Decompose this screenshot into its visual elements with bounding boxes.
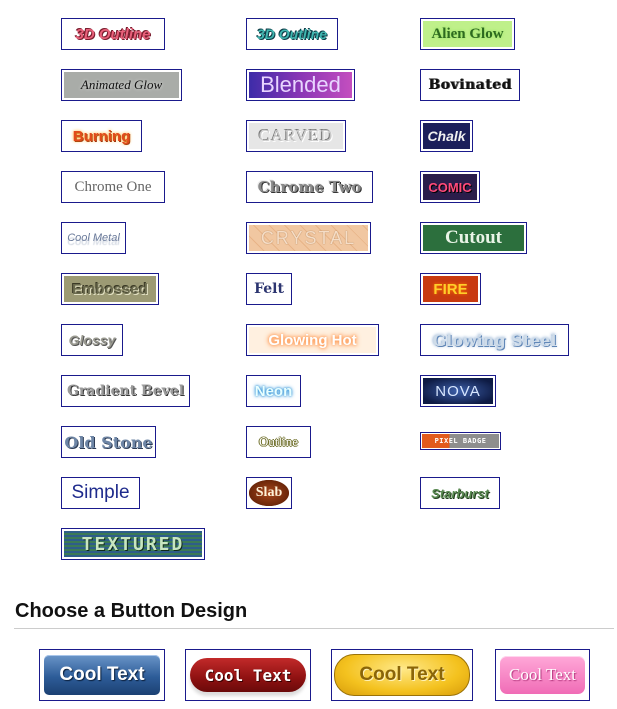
logo-felt[interactable]: Felt: [246, 273, 292, 305]
button-design-4[interactable]: Cool Text: [495, 649, 590, 701]
logo-slab[interactable]: Slab: [246, 477, 292, 509]
logo-simple[interactable]: Simple: [61, 477, 140, 509]
logo-label: Chalk: [423, 123, 470, 149]
logo-fire[interactable]: FIRE: [420, 273, 481, 305]
logo-label: Cutout: [423, 225, 524, 251]
logo-label: Blended: [249, 72, 352, 98]
button-preview: Cool Text: [44, 655, 160, 695]
logo-label: Gradient Bevel: [66, 383, 185, 399]
logo-animated-glow[interactable]: Animated Glow: [61, 69, 182, 101]
logo-label: Cool Metal: [67, 232, 120, 244]
logo-label: Alien Glow: [423, 21, 512, 47]
logo-comic[interactable]: COMIC: [420, 171, 480, 203]
logo-textured[interactable]: TEXTURED: [61, 528, 205, 560]
logo-old-stone[interactable]: Old Stone: [61, 426, 156, 458]
logo-3d-outline-teal[interactable]: 3D Outline: [246, 18, 338, 50]
button-design-1[interactable]: Cool Text: [39, 649, 165, 701]
logo-label: Animated Glow: [64, 72, 179, 98]
logo-cutout[interactable]: Cutout: [420, 222, 527, 254]
logo-label: Outline: [259, 434, 298, 449]
logo-alien-glow[interactable]: Alien Glow: [420, 18, 515, 50]
logo-label: Glowing Hot: [249, 327, 376, 353]
logo-embossed[interactable]: Embossed: [61, 273, 159, 305]
logo-label: Bovinated: [428, 77, 512, 93]
logo-label: Burning: [72, 127, 131, 145]
logo-label: 3D Outline: [75, 25, 151, 43]
logo-label: Neon: [254, 382, 293, 400]
logo-label: Felt: [254, 281, 284, 297]
logo-label: CARVED: [249, 123, 343, 149]
button-preview-label: Cool Text: [204, 665, 292, 685]
logo-glossy[interactable]: Glossy: [61, 324, 123, 356]
logo-chrome-one[interactable]: Chrome One: [61, 171, 165, 203]
logo-label: Starburst: [431, 485, 489, 501]
logo-glowing-hot[interactable]: Glowing Hot: [246, 324, 379, 356]
button-preview: Cool Text: [190, 658, 306, 692]
logo-label: CRYSTAL: [249, 225, 368, 251]
logo-chrome-two[interactable]: Chrome Two: [246, 171, 373, 203]
logo-pixel-badge[interactable]: PIXEL BADGE: [420, 432, 501, 450]
logo-label: COMIC: [423, 174, 477, 200]
section-heading: Choose a Button Design: [15, 600, 248, 622]
logo-starburst[interactable]: Starburst: [420, 477, 500, 509]
logo-nova[interactable]: NOVA: [420, 375, 496, 407]
logo-label: Slab: [249, 480, 289, 506]
logo-label: Old Stone: [64, 432, 153, 452]
logo-label: Chrome One: [74, 178, 152, 195]
button-preview-label: Cool Text: [509, 665, 576, 684]
logo-gradient-bevel[interactable]: Gradient Bevel: [61, 375, 190, 407]
button-preview-label: Cool Text: [59, 664, 145, 685]
logo-cool-metal[interactable]: Cool Metal: [61, 222, 126, 254]
logo-glowing-steel[interactable]: Glowing Steel: [420, 324, 569, 356]
button-design-2[interactable]: Cool Text: [185, 649, 311, 701]
logo-bovinated[interactable]: Bovinated: [420, 69, 520, 101]
button-preview: Cool Text: [334, 654, 470, 696]
logo-chalk[interactable]: Chalk: [420, 120, 473, 152]
logo-label: 3D Outline: [256, 26, 327, 42]
divider: [14, 628, 614, 629]
logo-crystal[interactable]: CRYSTAL: [246, 222, 371, 254]
logo-3d-outline-red[interactable]: 3D Outline: [61, 18, 165, 50]
logo-label: Simple: [71, 482, 130, 503]
logo-label: FIRE: [423, 276, 478, 302]
logo-label: Embossed: [64, 276, 156, 302]
logo-label: Glowing Steel: [432, 330, 557, 350]
logo-label: NOVA: [423, 378, 493, 404]
logo-burning[interactable]: Burning: [61, 120, 142, 152]
logo-label: Chrome Two: [257, 178, 362, 196]
button-preview-label: Cool Text: [359, 664, 445, 685]
logo-blended[interactable]: Blended: [246, 69, 355, 101]
logo-label: TEXTURED: [64, 531, 202, 557]
button-design-3[interactable]: Cool Text: [331, 649, 473, 701]
button-preview: Cool Text: [500, 656, 585, 694]
logo-label: Glossy: [68, 332, 116, 348]
logo-label: PIXEL BADGE: [422, 434, 499, 448]
logo-carved[interactable]: CARVED: [246, 120, 346, 152]
logo-outline[interactable]: Outline: [246, 426, 311, 458]
logo-neon[interactable]: Neon: [246, 375, 301, 407]
